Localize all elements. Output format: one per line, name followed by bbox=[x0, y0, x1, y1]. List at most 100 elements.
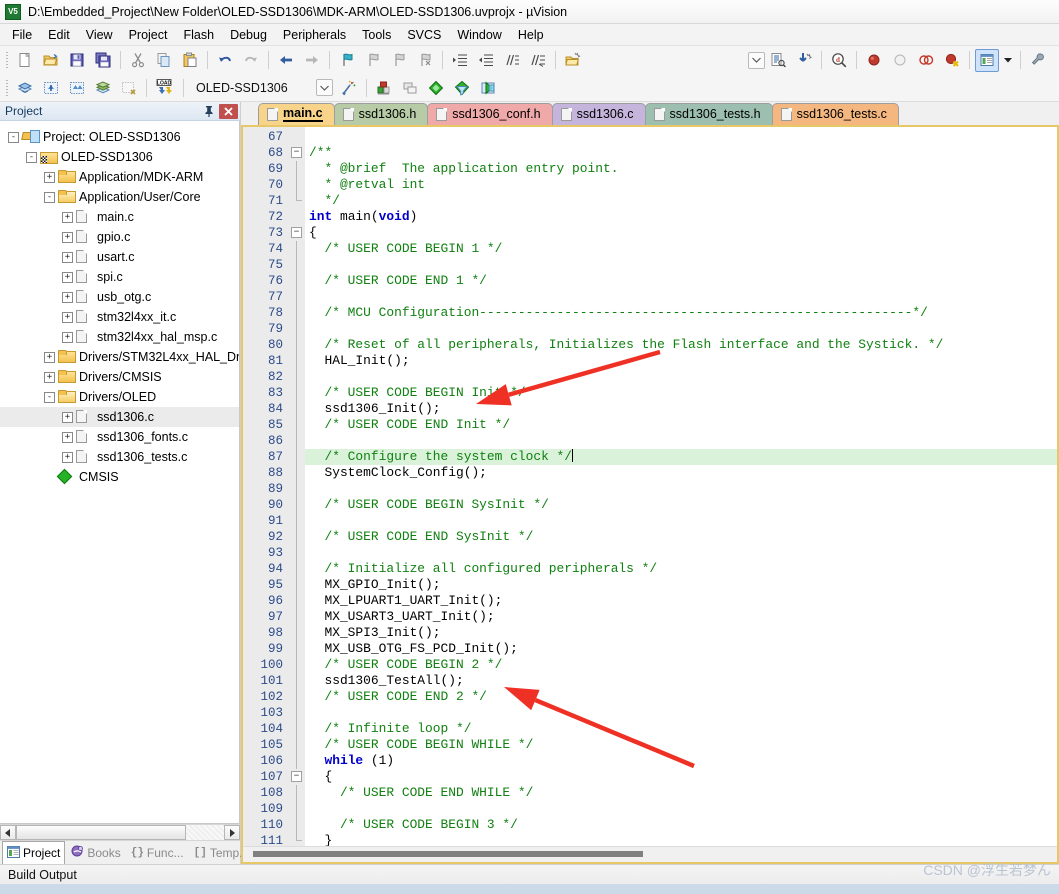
multi-project-icon[interactable] bbox=[398, 76, 422, 99]
menu-item-view[interactable]: View bbox=[78, 25, 121, 45]
uncomment-icon[interactable] bbox=[526, 49, 550, 72]
save-icon[interactable] bbox=[65, 49, 89, 72]
tree-item[interactable]: + ssd1306.c bbox=[0, 407, 239, 427]
code-line[interactable]: /* Infinite loop */ bbox=[305, 721, 1057, 737]
tree-item[interactable]: + stm32l4xx_hal_msp.c bbox=[0, 327, 239, 347]
code-line[interactable] bbox=[305, 545, 1057, 561]
code-line[interactable]: /* USER CODE BEGIN Init */ bbox=[305, 385, 1057, 401]
code-line[interactable]: */ bbox=[305, 193, 1057, 209]
tree-item[interactable]: + Drivers/CMSIS bbox=[0, 367, 239, 387]
tree-item[interactable]: - Project: OLED-SSD1306 bbox=[0, 127, 239, 147]
pack-installer-icon[interactable] bbox=[424, 76, 448, 99]
paste-icon[interactable] bbox=[178, 49, 202, 72]
tree-expander[interactable]: + bbox=[44, 351, 55, 363]
tree-expander[interactable]: + bbox=[62, 411, 73, 423]
tree-item[interactable]: + ssd1306_fonts.c bbox=[0, 427, 239, 447]
fold-collapse-icon[interactable]: − bbox=[291, 146, 302, 158]
bookmark-next-icon[interactable] bbox=[387, 49, 411, 72]
tree-expander[interactable]: + bbox=[62, 451, 73, 463]
tree-item[interactable]: + ssd1306_tests.c bbox=[0, 447, 239, 467]
tree-item[interactable]: - Drivers/OLED bbox=[0, 387, 239, 407]
code-folding-column[interactable]: − − − bbox=[289, 126, 305, 847]
window-layout-icon[interactable] bbox=[975, 48, 999, 72]
code-line[interactable]: /* Initialize all configured peripherals… bbox=[305, 561, 1057, 577]
fold-marker[interactable]: − bbox=[289, 225, 305, 241]
tree-expander[interactable]: + bbox=[62, 211, 73, 223]
batch-build-icon[interactable] bbox=[91, 76, 115, 99]
code-line[interactable]: ssd1306_Init(); bbox=[305, 401, 1057, 417]
code-line[interactable]: /* USER CODE BEGIN WHILE */ bbox=[305, 737, 1057, 753]
code-line[interactable]: { bbox=[305, 769, 1057, 785]
code-line[interactable]: MX_GPIO_Init(); bbox=[305, 577, 1057, 593]
code-line[interactable]: MX_USB_OTG_FS_PCD_Init(); bbox=[305, 641, 1057, 657]
menu-item-flash[interactable]: Flash bbox=[175, 25, 222, 45]
code-line[interactable]: /** bbox=[305, 145, 1057, 161]
fold-collapse-icon[interactable]: − bbox=[291, 226, 302, 238]
code-line[interactable] bbox=[305, 321, 1057, 337]
cut-icon[interactable] bbox=[126, 49, 150, 72]
code-line[interactable]: HAL_Init(); bbox=[305, 353, 1057, 369]
bookmark-toggle-icon[interactable] bbox=[335, 49, 359, 72]
tree-expander[interactable]: - bbox=[44, 191, 55, 203]
code-line[interactable]: int main(void) bbox=[305, 209, 1057, 225]
tree-expander[interactable]: + bbox=[62, 311, 73, 323]
project-target-dropdown-icon[interactable] bbox=[316, 79, 333, 96]
tree-expander[interactable]: + bbox=[62, 231, 73, 243]
code-line[interactable]: /* USER CODE END SysInit */ bbox=[305, 529, 1057, 545]
code-line[interactable]: /* USER CODE END Init */ bbox=[305, 417, 1057, 433]
tree-item[interactable]: + Drivers/STM32L4xx_HAL_Driv bbox=[0, 347, 239, 367]
redo-icon[interactable] bbox=[239, 49, 263, 72]
editor-tab-ssd1306_tests-c[interactable]: ssd1306_tests.c bbox=[771, 102, 899, 125]
code-line[interactable]: /* USER CODE BEGIN 2 */ bbox=[305, 657, 1057, 673]
editor-tab-main-c[interactable]: main.c bbox=[258, 102, 335, 125]
fold-marker[interactable]: − bbox=[289, 769, 305, 785]
find-in-files-icon[interactable] bbox=[766, 49, 790, 72]
code-line[interactable]: /* USER CODE BEGIN 3 */ bbox=[305, 817, 1057, 833]
target-options-icon[interactable] bbox=[337, 76, 361, 99]
menu-item-svcs[interactable]: SVCS bbox=[399, 25, 449, 45]
editor-tab-ssd1306-c[interactable]: ssd1306.c bbox=[551, 102, 646, 125]
indent-icon[interactable] bbox=[448, 49, 472, 72]
code-line[interactable]: MX_SPI3_Init(); bbox=[305, 625, 1057, 641]
open-file-icon[interactable] bbox=[39, 49, 63, 72]
code-line[interactable]: SystemClock_Config(); bbox=[305, 465, 1057, 481]
build-icon[interactable] bbox=[39, 76, 63, 99]
code-line[interactable] bbox=[305, 801, 1057, 817]
code-line[interactable]: /* USER CODE BEGIN 1 */ bbox=[305, 241, 1057, 257]
fold-collapse-icon[interactable]: − bbox=[291, 770, 302, 782]
configure-icon[interactable] bbox=[1026, 49, 1050, 72]
menu-item-help[interactable]: Help bbox=[510, 25, 552, 45]
tree-item[interactable]: + usb_otg.c bbox=[0, 287, 239, 307]
tree-expander[interactable]: + bbox=[44, 371, 55, 383]
undo-icon[interactable] bbox=[213, 49, 237, 72]
pane-tab-books[interactable]: Books bbox=[67, 841, 124, 864]
code-line[interactable]: /* Configure the system clock */ bbox=[305, 448, 1057, 465]
tree-item[interactable]: + spi.c bbox=[0, 267, 239, 287]
code-line[interactable]: /* MCU Configuration--------------------… bbox=[305, 305, 1057, 321]
translate-icon[interactable] bbox=[13, 76, 37, 99]
goto-definition-icon[interactable] bbox=[792, 49, 816, 72]
tree-expander[interactable]: + bbox=[62, 271, 73, 283]
code-line[interactable] bbox=[305, 481, 1057, 497]
menu-item-tools[interactable]: Tools bbox=[354, 25, 399, 45]
pack-filter-icon[interactable] bbox=[450, 76, 474, 99]
tree-expander[interactable]: + bbox=[62, 431, 73, 443]
open-new-window-icon[interactable] bbox=[561, 49, 585, 72]
scroll-track[interactable] bbox=[16, 825, 224, 840]
menu-item-file[interactable]: File bbox=[4, 25, 40, 45]
pin-icon[interactable] bbox=[201, 104, 217, 119]
code-editor[interactable]: 67 68 69 70 71 72 73 74 75 76 77 78 79 80 81 82 83 84 85 86… bbox=[241, 124, 1059, 864]
menu-item-window[interactable]: Window bbox=[449, 25, 509, 45]
code-text[interactable]: /** * @brief The application entry point… bbox=[305, 126, 1057, 847]
breakpoint-kill-icon[interactable] bbox=[940, 49, 964, 72]
window-layout-dropdown-icon[interactable] bbox=[1001, 49, 1015, 72]
tree-item[interactable]: + Application/MDK-ARM bbox=[0, 167, 239, 187]
components-icon[interactable] bbox=[372, 76, 396, 99]
code-line[interactable] bbox=[305, 129, 1057, 145]
code-line[interactable]: /* Reset of all peripherals, Initializes… bbox=[305, 337, 1057, 353]
menu-item-debug[interactable]: Debug bbox=[222, 25, 275, 45]
editor-tab-ssd1306-h[interactable]: ssd1306.h bbox=[333, 102, 429, 125]
code-line[interactable]: while (1) bbox=[305, 753, 1057, 769]
editor-tab-ssd1306_tests-h[interactable]: ssd1306_tests.h bbox=[644, 102, 773, 125]
code-line[interactable] bbox=[305, 369, 1057, 385]
